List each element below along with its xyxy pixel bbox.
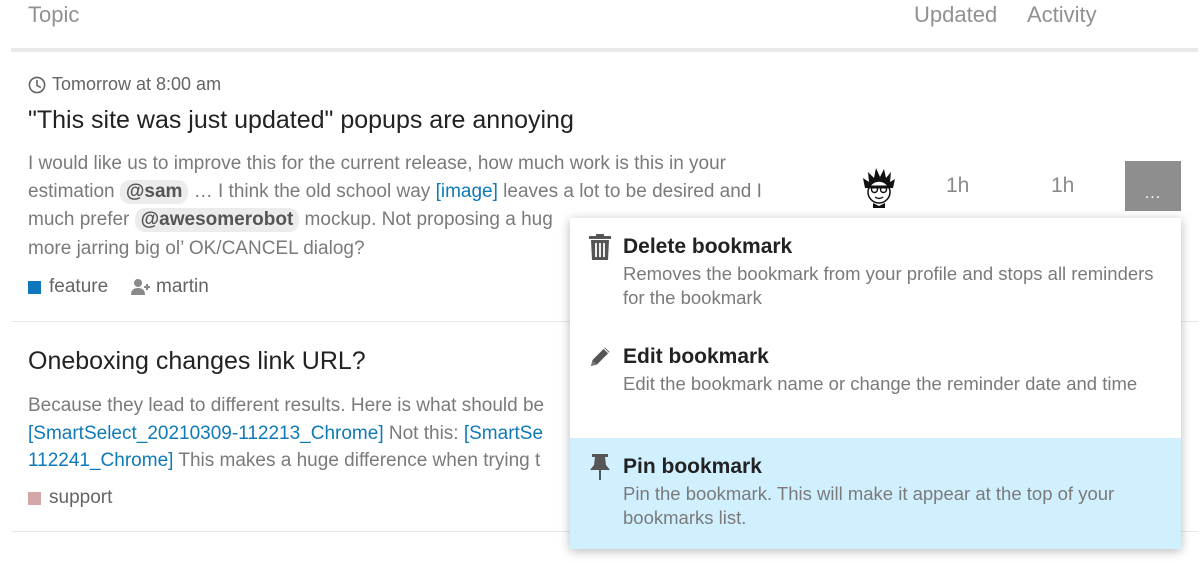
menu-item-description: Edit the bookmark name or change the rem… xyxy=(623,373,1138,394)
menu-item-label: Delete bookmark xyxy=(623,235,793,258)
smartselect-link[interactable]: [SmartSe xyxy=(464,423,543,444)
topic-excerpt-line: I would like us to improve this for the … xyxy=(28,153,727,174)
topic-excerpt-line: much prefer @awesomerobot mockup. Not pr… xyxy=(28,206,553,235)
mention-awesomerobot[interactable]: @awesomerobot xyxy=(134,208,300,232)
excerpt-text: estimation xyxy=(28,181,120,202)
assigned-user[interactable]: martin xyxy=(130,276,209,298)
excerpt-text: … I think the old school way xyxy=(188,181,436,202)
bookmark-actions-menu: Delete bookmark Removes the bookmark fro… xyxy=(570,218,1181,549)
image-link[interactable]: [image] xyxy=(436,181,498,202)
column-header-updated[interactable]: Updated xyxy=(914,2,997,28)
header-divider xyxy=(11,48,1198,52)
trash-icon xyxy=(589,234,611,260)
menu-item-label: Edit bookmark xyxy=(623,345,769,368)
activity-time[interactable]: 1h xyxy=(1051,174,1074,198)
clock-icon xyxy=(28,76,46,93)
thumbtack-icon xyxy=(590,454,610,480)
topic-title[interactable]: Oneboxing changes link URL? xyxy=(28,347,366,376)
topic-excerpt-line: more jarring big ol’ OK/CANCEL dialog? xyxy=(28,238,365,259)
topic-excerpt-line: 112241_Chrome] This makes a huge differe… xyxy=(28,447,540,476)
mention-sam[interactable]: @sam xyxy=(119,180,189,204)
smartselect-link[interactable]: [SmartSelect_20210309-112213_Chrome] xyxy=(28,423,384,444)
bookmark-actions-button[interactable]: ... xyxy=(1125,161,1181,211)
excerpt-text: mockup. Not proposing a hug xyxy=(299,209,553,230)
reminder-text: Tomorrow at 8:00 am xyxy=(52,74,222,94)
avatar[interactable] xyxy=(863,168,895,208)
assignee-name: martin xyxy=(156,276,209,297)
excerpt-text: Not this: xyxy=(383,423,464,444)
menu-item-edit-bookmark[interactable]: Edit bookmark Edit the bookmark name or … xyxy=(570,328,1181,438)
column-header-topic[interactable]: Topic xyxy=(28,2,79,28)
updated-time: 1h xyxy=(946,174,970,197)
category-color-square xyxy=(28,280,41,294)
category-color-square xyxy=(28,491,41,505)
column-header-activity[interactable]: Activity xyxy=(1027,2,1097,28)
menu-item-description: Pin the bookmark. This will make it appe… xyxy=(623,483,1115,528)
bookmark-reminder: Tomorrow at 8:00 am xyxy=(28,74,221,95)
user-plus-icon xyxy=(131,279,150,295)
category-name: feature xyxy=(49,276,109,297)
topic-excerpt-line: estimation @sam … I think the old school… xyxy=(28,178,762,207)
more-button-label: ... xyxy=(1144,185,1162,202)
excerpt-text: This makes a huge difference when trying… xyxy=(173,450,541,471)
pencil-icon xyxy=(591,347,610,366)
menu-item-pin-bookmark[interactable]: Pin bookmark Pin the bookmark. This will… xyxy=(570,438,1181,549)
category-badge[interactable]: feature xyxy=(28,276,108,298)
category-badge[interactable]: support xyxy=(28,487,112,509)
menu-item-label: Pin bookmark xyxy=(623,455,762,478)
menu-item-delete-bookmark[interactable]: Delete bookmark Removes the bookmark fro… xyxy=(570,218,1181,328)
topic-title[interactable]: "This site was just updated" popups are … xyxy=(28,106,574,135)
topic-excerpt-line: Because they lead to different results. … xyxy=(28,395,545,416)
menu-item-description: Removes the bookmark from your profile a… xyxy=(623,263,1154,308)
topic-excerpt-line: [SmartSelect_20210309-112213_Chrome] Not… xyxy=(28,420,543,449)
excerpt-text: much prefer xyxy=(28,209,135,230)
excerpt-text: leaves a lot to be desired and I xyxy=(497,181,762,202)
category-name: support xyxy=(49,487,113,508)
smartselect-link[interactable]: 112241_Chrome] xyxy=(28,450,173,471)
